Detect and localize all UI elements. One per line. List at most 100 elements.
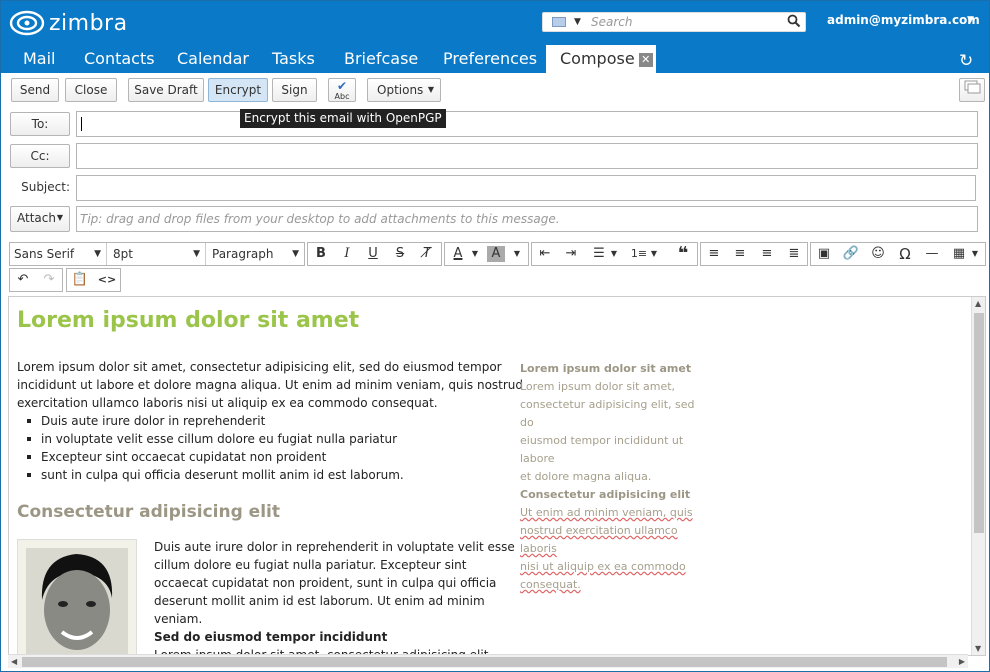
scroll-up-icon[interactable]: ▲ (975, 299, 981, 308)
paragraph-line: occaecat cupidatat non proident, sunt in… (154, 576, 497, 590)
side-line: et dolore magna aliqua. (520, 470, 652, 483)
italic-icon[interactable]: I (334, 243, 360, 265)
align-left-icon[interactable]: ≡ (701, 243, 727, 265)
text-cursor (81, 117, 82, 131)
tab-preferences[interactable]: Preferences (443, 45, 537, 73)
user-account-menu[interactable]: admin@myzimbra.com (827, 13, 980, 27)
scroll-right-icon[interactable]: ▶ (959, 657, 965, 666)
paragraph-line: deserunt mollit anim id est laborum. Ut … (154, 594, 485, 608)
refresh-icon[interactable]: ↻ (959, 51, 973, 71)
paragraph-line: Lorem ipsum dolor sit amet, consectetur … (17, 360, 502, 374)
attachment-drop-zone[interactable]: Tip: drag and drop files from your deskt… (76, 206, 978, 232)
zimbra-logo-icon (9, 10, 45, 36)
scroll-down-icon[interactable]: ▼ (975, 644, 981, 653)
block-format-select[interactable]: Paragraph ▼ (208, 243, 304, 265)
chevron-down-icon: ▼ (56, 213, 63, 222)
body-paragraph-2: Duis aute irure dolor in reprehenderit i… (154, 538, 515, 655)
horizontal-scrollbar[interactable]: ◀ ▶ (8, 654, 968, 668)
side-line: consectetur adipisicing elit, sed do (520, 398, 695, 429)
side-line: nostrud exercitation ullamco laboris (520, 524, 678, 555)
side-line: nisi ut aliquip ex ea commodo (520, 560, 686, 573)
paragraph-line: incididunt ut labore et dolore magna ali… (17, 378, 524, 392)
tab-tasks[interactable]: Tasks (272, 45, 315, 73)
underline-icon[interactable]: U (360, 243, 386, 265)
source-code-icon[interactable]: <> (94, 269, 120, 291)
scroll-left-icon[interactable]: ◀ (11, 657, 17, 666)
subject-field[interactable] (76, 175, 976, 201)
detach-window-icon (964, 80, 981, 94)
cc-button[interactable]: Cc: (10, 144, 70, 168)
font-size-select[interactable]: 8pt ▼ (109, 243, 206, 265)
attach-label: Attach (17, 211, 56, 225)
text-color-icon[interactable]: A (445, 243, 471, 265)
image-icon[interactable]: ▣ (811, 243, 837, 265)
scrollbar-thumb[interactable] (22, 657, 947, 667)
special-char-icon[interactable]: Ω (892, 243, 918, 265)
side-line: consequat. (520, 578, 581, 591)
spellcheck-button[interactable]: ✔ Abc (328, 78, 356, 102)
encrypt-button[interactable]: Encrypt (208, 78, 268, 102)
close-icon[interactable]: ✕ (638, 53, 653, 67)
tab-mail[interactable]: Mail (23, 45, 56, 73)
font-size-value: 8pt (113, 247, 133, 261)
horizontal-rule-icon[interactable]: — (919, 243, 945, 265)
scrollbar-thumb[interactable] (974, 313, 984, 533)
paste-icon[interactable]: 📋 (67, 269, 93, 291)
search-icon[interactable] (787, 14, 801, 31)
list-item: Duis aute irure dolor in reprehenderit (17, 412, 404, 430)
search-box[interactable]: ▼ Search (542, 12, 806, 32)
detach-window-button[interactable] (959, 78, 985, 102)
chevron-down-icon[interactable]: ▼ (469, 243, 481, 265)
font-family-select[interactable]: Sans Serif ▼ (10, 243, 107, 265)
align-justify-icon[interactable]: ≣ (781, 243, 807, 265)
chevron-down-icon[interactable]: ▼ (608, 243, 620, 265)
tab-compose[interactable]: Compose ✕ (546, 45, 656, 73)
options-button[interactable]: Options ▼ (367, 78, 441, 102)
chevron-down-icon[interactable]: ▼ (968, 243, 982, 265)
font-format-group: Sans Serif ▼ 8pt ▼ Paragraph ▼ (9, 242, 305, 266)
chevron-down-icon[interactable]: ▼ (511, 243, 523, 265)
save-draft-button[interactable]: Save Draft (128, 78, 204, 102)
paragraph-line: veniam. (154, 612, 203, 626)
indent-icon[interactable]: ⇥ (558, 243, 584, 265)
to-button[interactable]: To: (10, 112, 70, 136)
tab-contacts[interactable]: Contacts (84, 45, 155, 73)
chevron-down-icon[interactable]: ▼ (967, 15, 974, 25)
clear-format-icon[interactable]: T̸ (414, 243, 440, 265)
tab-calendar[interactable]: Calendar (177, 45, 249, 73)
sign-button[interactable]: Sign (272, 78, 317, 102)
subject-label: Subject: (21, 180, 70, 194)
highlight-color-icon[interactable]: A (487, 246, 505, 262)
emoticon-icon[interactable]: ☺ (865, 243, 891, 265)
align-right-icon[interactable]: ≡ (754, 243, 780, 265)
vertical-scrollbar[interactable]: ▲ ▼ (971, 297, 985, 655)
search-input[interactable]: Search (591, 15, 633, 29)
color-group: A ▼ A ▼ (444, 242, 529, 266)
tab-briefcase[interactable]: Briefcase (344, 45, 418, 73)
chevron-down-icon[interactable]: ▼ (648, 243, 660, 265)
cc-field[interactable] (76, 143, 978, 169)
side-title: Lorem ipsum dolor sit amet (520, 362, 692, 375)
message-body-editor[interactable]: Lorem ipsum dolor sit amet Lorem ipsum d… (8, 296, 986, 656)
text-style-group: B I U S T̸ (307, 242, 442, 266)
attach-button[interactable]: Attach ▼ (10, 206, 70, 232)
send-button[interactable]: Send (11, 78, 59, 102)
close-button[interactable]: Close (65, 78, 117, 102)
strikethrough-icon[interactable]: S (387, 243, 413, 265)
encrypt-tooltip-overlay: Encrypt this email with OpenPGP (240, 109, 446, 128)
chevron-down-icon[interactable]: ▼ (574, 17, 581, 27)
redo-icon[interactable]: ↷ (36, 269, 62, 291)
to-field[interactable] (76, 111, 978, 137)
zimbra-logo[interactable]: zimbra (9, 9, 128, 37)
bold-icon[interactable]: B (308, 243, 334, 265)
undo-icon[interactable]: ↶ (10, 269, 36, 291)
paste-source-group: 📋 <> (66, 268, 121, 292)
paragraph-line: Duis aute irure dolor in reprehenderit i… (154, 540, 515, 554)
blockquote-icon[interactable]: ❝ (670, 243, 696, 265)
chevron-down-icon: ▼ (193, 249, 200, 259)
outdent-icon[interactable]: ⇤ (532, 243, 558, 265)
link-icon[interactable]: 🔗 (838, 243, 864, 265)
mail-search-type-icon[interactable] (552, 17, 566, 27)
align-center-icon[interactable]: ≡ (727, 243, 753, 265)
list-item: Excepteur sint occaecat cupidatat non pr… (17, 448, 404, 466)
